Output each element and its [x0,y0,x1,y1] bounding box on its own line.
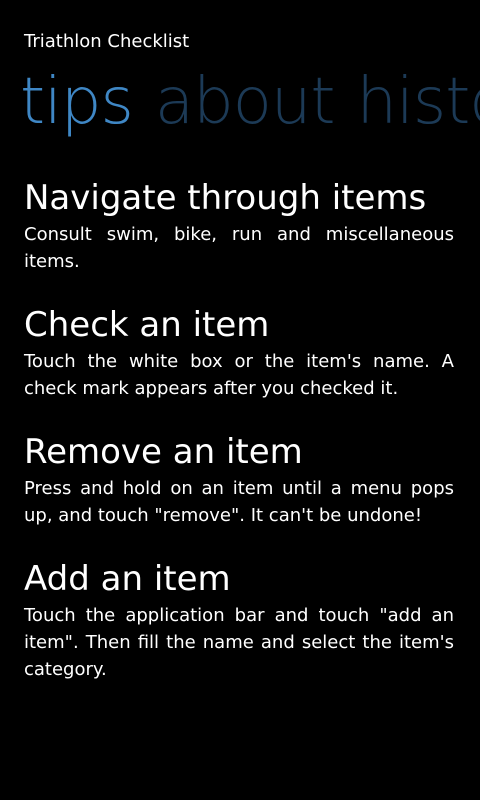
tip-title: Navigate through items [24,178,427,218]
tip-navigate: Navigate through items Consult swim, bik… [24,175,454,275]
tab-about[interactable]: about [155,62,336,142]
app-title: Triathlon Checklist [24,31,190,52]
tip-body: Touch the white box or the item's name. … [24,351,454,399]
pivot-header: tips about history [20,62,480,146]
tip-add: Add an item Touch the application bar an… [24,556,454,683]
tip-remove: Remove an item Press and hold on an item… [24,429,454,529]
tab-tips[interactable]: tips [20,62,134,142]
tip-body: Touch the application bar and touch "add… [24,605,454,680]
tip-title: Add an item [24,559,231,599]
tip-body: Consult swim, bike, run and miscellaneou… [24,224,454,272]
tip-title: Check an item [24,305,270,345]
tip-title: Remove an item [24,432,303,472]
tab-history[interactable]: history [357,62,480,142]
tip-check: Check an item Touch the white box or the… [24,302,454,402]
tip-body: Press and hold on an item until a menu p… [24,478,454,526]
tips-content: Navigate through items Consult swim, bik… [24,175,454,710]
